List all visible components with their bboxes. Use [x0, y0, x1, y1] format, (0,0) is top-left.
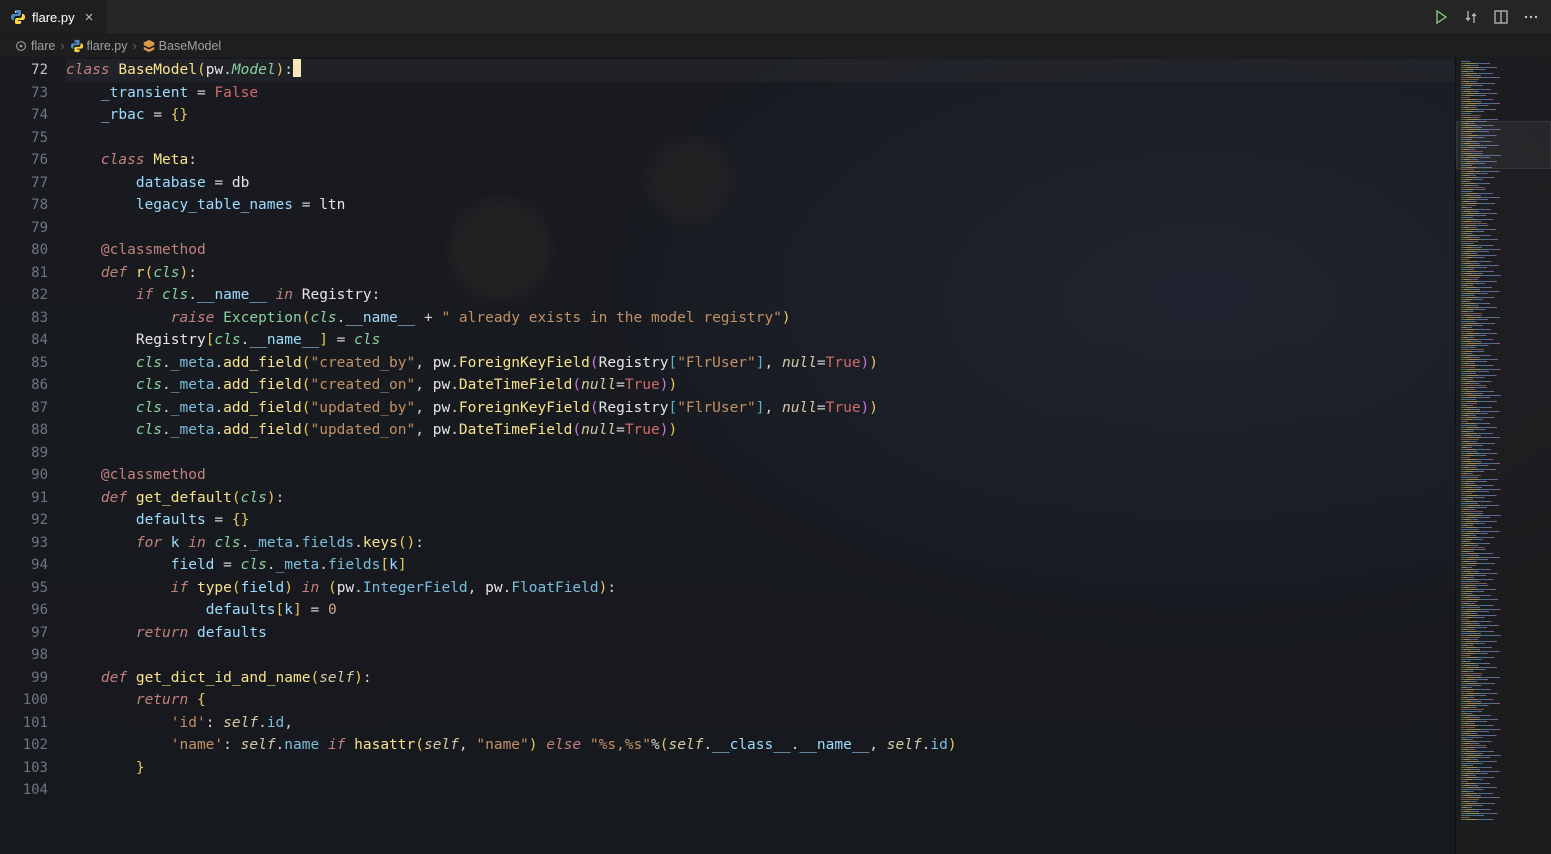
- class-symbol-icon: [142, 39, 156, 53]
- line-number: 81: [0, 262, 48, 285]
- line-number: 74: [0, 104, 48, 127]
- python-file-icon: [70, 39, 84, 53]
- line-number: 84: [0, 329, 48, 352]
- line-number: 97: [0, 622, 48, 645]
- code-line[interactable]: [66, 442, 1455, 465]
- line-number: 75: [0, 127, 48, 150]
- line-number: 77: [0, 172, 48, 195]
- line-number: 90: [0, 464, 48, 487]
- code-line[interactable]: @classmethod: [66, 464, 1455, 487]
- code-line[interactable]: if cls.__name__ in Registry:: [66, 284, 1455, 307]
- code-line[interactable]: [66, 127, 1455, 150]
- code-line[interactable]: [66, 217, 1455, 240]
- code-line[interactable]: @classmethod: [66, 239, 1455, 262]
- minimap-viewport[interactable]: [1456, 121, 1551, 169]
- code-area[interactable]: class BaseModel(pw.Model): _transient = …: [66, 57, 1455, 854]
- code-line[interactable]: database = db: [66, 172, 1455, 195]
- breadcrumb: flare › flare.py › BaseModel: [0, 35, 1551, 57]
- editor-actions: [1421, 0, 1551, 34]
- line-number: 83: [0, 307, 48, 330]
- editor: 7273747576777879808182838485868788899091…: [0, 57, 1551, 854]
- line-number: 102: [0, 734, 48, 757]
- code-line[interactable]: [66, 779, 1455, 802]
- line-number: 89: [0, 442, 48, 465]
- line-number: 82: [0, 284, 48, 307]
- code-line[interactable]: cls._meta.add_field("created_on", pw.Dat…: [66, 374, 1455, 397]
- line-number: 95: [0, 577, 48, 600]
- code-line[interactable]: field = cls._meta.fields[k]: [66, 554, 1455, 577]
- python-file-icon: [10, 9, 26, 25]
- line-number: 76: [0, 149, 48, 172]
- line-number: 101: [0, 712, 48, 735]
- code-line[interactable]: class BaseModel(pw.Model):: [66, 59, 1455, 82]
- target-icon: [14, 39, 28, 53]
- minimap[interactable]: [1455, 57, 1551, 854]
- editor-tab[interactable]: flare.py: [0, 0, 108, 34]
- line-number: 104: [0, 779, 48, 802]
- line-number: 98: [0, 644, 48, 667]
- breadcrumb-symbol[interactable]: BaseModel: [159, 39, 222, 53]
- line-number: 96: [0, 599, 48, 622]
- code-line[interactable]: def get_dict_id_and_name(self):: [66, 667, 1455, 690]
- code-line[interactable]: defaults = {}: [66, 509, 1455, 532]
- code-line[interactable]: raise Exception(cls.__name__ + " already…: [66, 307, 1455, 330]
- code-line[interactable]: legacy_table_names = ltn: [66, 194, 1455, 217]
- tab-bar: flare.py: [0, 0, 1551, 35]
- code-line[interactable]: cls._meta.add_field("updated_by", pw.For…: [66, 397, 1455, 420]
- run-icon[interactable]: [1433, 9, 1449, 25]
- line-number: 79: [0, 217, 48, 240]
- code-line[interactable]: _rbac = {}: [66, 104, 1455, 127]
- code-line[interactable]: 'id': self.id,: [66, 712, 1455, 735]
- code-line[interactable]: return defaults: [66, 622, 1455, 645]
- compare-changes-icon[interactable]: [1463, 9, 1479, 25]
- line-number-gutter[interactable]: 7273747576777879808182838485868788899091…: [0, 57, 66, 854]
- split-editor-icon[interactable]: [1493, 9, 1509, 25]
- tab-filename: flare.py: [32, 10, 75, 25]
- line-number: 94: [0, 554, 48, 577]
- code-line[interactable]: _transient = False: [66, 82, 1455, 105]
- breadcrumb-sep-icon: ›: [60, 39, 64, 53]
- code-line[interactable]: def get_default(cls):: [66, 487, 1455, 510]
- code-line[interactable]: for k in cls._meta.fields.keys():: [66, 532, 1455, 555]
- line-number: 99: [0, 667, 48, 690]
- code-line[interactable]: [66, 644, 1455, 667]
- line-number: 72: [0, 59, 48, 82]
- code-line[interactable]: if type(field) in (pw.IntegerField, pw.F…: [66, 577, 1455, 600]
- close-tab-button[interactable]: [81, 9, 97, 25]
- line-number: 93: [0, 532, 48, 555]
- line-number: 86: [0, 374, 48, 397]
- code-line[interactable]: cls._meta.add_field("updated_on", pw.Dat…: [66, 419, 1455, 442]
- minimap-content: [1456, 57, 1551, 825]
- line-number: 100: [0, 689, 48, 712]
- line-number: 87: [0, 397, 48, 420]
- code-line[interactable]: cls._meta.add_field("created_by", pw.For…: [66, 352, 1455, 375]
- line-number: 92: [0, 509, 48, 532]
- line-number: 78: [0, 194, 48, 217]
- code-line[interactable]: class Meta:: [66, 149, 1455, 172]
- line-number: 88: [0, 419, 48, 442]
- breadcrumb-sep-icon: ›: [133, 39, 137, 53]
- breadcrumb-root[interactable]: flare: [31, 39, 55, 53]
- code-line[interactable]: Registry[cls.__name__] = cls: [66, 329, 1455, 352]
- more-actions-icon[interactable]: [1523, 9, 1539, 25]
- code-line[interactable]: 'name': self.name if hasattr(self, "name…: [66, 734, 1455, 757]
- code-line[interactable]: defaults[k] = 0: [66, 599, 1455, 622]
- code-line[interactable]: def r(cls):: [66, 262, 1455, 285]
- line-number: 80: [0, 239, 48, 262]
- code-line[interactable]: return {: [66, 689, 1455, 712]
- line-number: 73: [0, 82, 48, 105]
- line-number: 85: [0, 352, 48, 375]
- code-line[interactable]: }: [66, 757, 1455, 780]
- line-number: 91: [0, 487, 48, 510]
- line-number: 103: [0, 757, 48, 780]
- breadcrumb-file[interactable]: flare.py: [87, 39, 128, 53]
